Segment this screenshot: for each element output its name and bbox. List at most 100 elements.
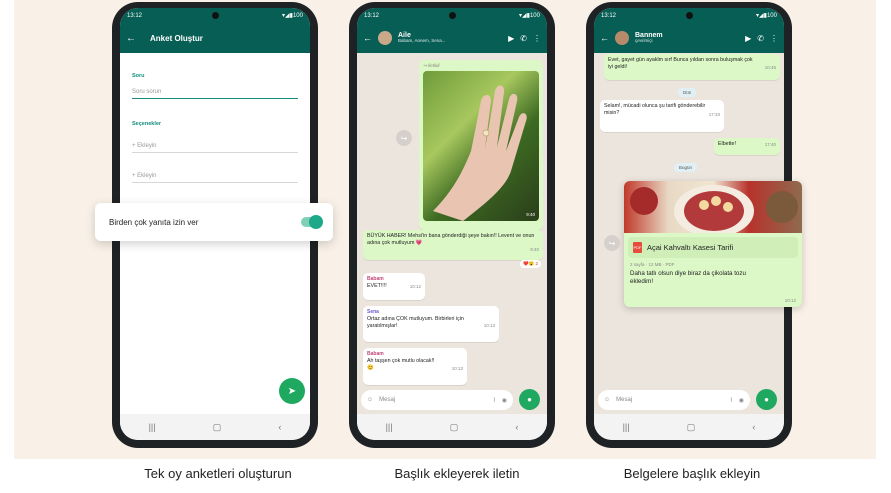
message-bubble-outgoing[interactable]: Elbette! 17:40 — [714, 138, 780, 155]
message-input[interactable]: Mesaj — [616, 397, 724, 403]
microphone-icon: ● — [527, 395, 532, 404]
contact-info[interactable]: Aile Babam, Annem, Sena... — [398, 32, 502, 45]
phone-call-icon[interactable]: ✆ — [520, 34, 527, 43]
document-caption: Daha tatlı olsun diye biraz da çikolata … — [630, 270, 746, 286]
status-icons: ▾◢▮100 — [519, 13, 540, 19]
avatar[interactable] — [378, 31, 392, 45]
voice-message-button[interactable]: ● — [519, 389, 540, 410]
multiple-answers-switch[interactable] — [301, 215, 323, 229]
message-sender: Babam — [367, 276, 384, 282]
hand-illustration — [433, 85, 527, 222]
acai-bowl-preview-image[interactable] — [624, 181, 802, 237]
message-text: Elbette! — [718, 141, 736, 147]
document-time: 10:12 — [784, 298, 796, 303]
caption-polls: Tek oy anketleri oluşturun — [144, 466, 292, 481]
home-icon[interactable]: ▢ — [687, 422, 696, 433]
status-time: 13:12 — [127, 12, 143, 19]
attach-icon[interactable]: ⌇ — [493, 397, 496, 404]
video-call-icon[interactable]: ▶ — [508, 34, 514, 43]
message-bubble-outgoing[interactable]: Evet, gayet gün ayaklm sırf Bunca yıldan… — [604, 54, 780, 80]
contact-info[interactable]: Bannem çevrimiçi — [635, 32, 739, 45]
emoji-icon[interactable]: ☺ — [367, 397, 373, 403]
appbar: ← Anket Oluştur — [120, 23, 310, 53]
day-separator: Bugün — [674, 163, 698, 172]
back-icon[interactable]: ‹ — [278, 422, 281, 432]
message-sender: Babam — [367, 351, 384, 357]
message-input[interactable]: Mesaj — [379, 397, 487, 403]
back-icon[interactable]: ‹ — [752, 422, 755, 432]
message-time: 10:45 — [764, 65, 776, 71]
document-message[interactable]: PDF Açai Kahvaltı Kasesi Tarifi 2 sayfa … — [624, 181, 802, 307]
message-bubble[interactable]: Sena Ortaz adına ÇOK mutluyum. Birbirler… — [363, 306, 499, 342]
message-sender: Sena — [367, 309, 379, 315]
caption-time: 9:40 — [530, 247, 539, 253]
status-time: 13:12 — [364, 12, 380, 19]
hand-ring-photo[interactable]: 9:40 — [423, 71, 539, 222]
forward-icon[interactable]: ↪ — [604, 235, 620, 251]
recents-icon[interactable]: ||| — [386, 422, 393, 432]
document-title: Açai Kahvaltı Kasesi Tarifi — [647, 243, 734, 252]
phone-call-icon[interactable]: ✆ — [757, 34, 764, 43]
caption-text: BÜYÜK HABER! Mehsi'in bana gönderdiği şe… — [367, 233, 535, 247]
forward-icon[interactable]: ↪ — [396, 130, 412, 146]
caption-forward: Başlık ekleyerek iletin — [394, 466, 520, 481]
forwarded-caption-message[interactable]: BÜYÜK HABER! Mehsi'in bana gönderdiği şe… — [363, 230, 543, 260]
home-icon[interactable]: ▢ — [213, 422, 222, 433]
home-icon[interactable]: ▢ — [450, 422, 459, 433]
emoji-icon[interactable]: ☺ — [604, 397, 610, 403]
back-arrow-icon[interactable]: ← — [126, 33, 136, 44]
forwarded-label: ↪ İletildi — [423, 63, 440, 68]
question-input[interactable]: Soru sorun — [132, 85, 298, 99]
forwarded-image-message[interactable]: ↪ İletildi 9:40 — [419, 60, 543, 230]
pdf-icon: PDF — [633, 242, 642, 253]
document-file-row[interactable]: PDF Açai Kahvaltı Kasesi Tarifi — [628, 237, 798, 258]
android-nav-bar: ||| ▢ ‹ — [594, 414, 784, 440]
camera-icon[interactable]: ◉ — [502, 397, 507, 404]
message-composer[interactable]: ☺ Mesaj ⌇ ◉ — [361, 390, 513, 410]
contact-subtitle: Babam, Annem, Sena... — [398, 38, 446, 44]
phone-forward: 13:12 ▾◢▮100 ← Aile Babam, Annem, Sena...… — [349, 2, 555, 448]
multiple-answers-toggle-card[interactable]: Birden çok yanıta izin ver — [95, 203, 333, 241]
android-nav-bar: ||| ▢ ‹ — [120, 414, 310, 440]
status-icons: ▾◢▮100 — [756, 13, 777, 19]
message-time: 17:40 — [764, 142, 776, 147]
message-bubble[interactable]: Selam!, mücadi olunca şu tarifi göndereb… — [600, 100, 724, 132]
screen-family-chat: 13:12 ▾◢▮100 ← Aile Babam, Annem, Sena...… — [357, 8, 547, 440]
message-composer[interactable]: ☺ Mesaj ⌇ ◉ — [598, 390, 750, 410]
toggle-label: Birden çok yanıta izin ver — [109, 217, 199, 227]
options-label: Seçenekler — [132, 121, 162, 127]
option-input-1[interactable]: + Ekleyin — [132, 139, 298, 153]
more-menu-icon[interactable]: ⋮ — [533, 34, 541, 43]
status-time: 13:12 — [601, 12, 617, 19]
option-input-2[interactable]: + Ekleyin — [132, 169, 298, 183]
android-nav-bar: ||| ▢ ‹ — [357, 414, 547, 440]
camera-icon[interactable]: ◉ — [739, 397, 744, 404]
more-menu-icon[interactable]: ⋮ — [770, 34, 778, 43]
avatar[interactable] — [615, 31, 629, 45]
chat-header: ← Aile Babam, Annem, Sena... ▶ ✆ ⋮ — [357, 23, 547, 53]
send-icon: ➤ — [287, 385, 297, 397]
video-call-icon[interactable]: ▶ — [745, 34, 751, 43]
question-label: Soru — [132, 73, 145, 79]
switch-knob — [309, 215, 323, 229]
message-bubble[interactable]: Babam Ah taşşen çok mutlu olacak!! 😊 10:… — [363, 348, 467, 385]
contact-subtitle: çevrimiçi — [635, 38, 653, 44]
recents-icon[interactable]: ||| — [149, 422, 156, 432]
message-bubble[interactable]: Babam EVET!!!! 10:12 — [363, 273, 425, 300]
bowl-illustration — [630, 185, 798, 237]
back-arrow-icon[interactable]: ← — [363, 33, 372, 43]
attach-icon[interactable]: ⌇ — [730, 397, 733, 404]
reaction-badge[interactable]: ❤️😮 2 — [520, 260, 541, 268]
status-icons: ▾◢▮100 — [282, 13, 303, 19]
back-arrow-icon[interactable]: ← — [600, 33, 609, 43]
message-time: 17:33 — [708, 112, 720, 118]
send-poll-button[interactable]: ➤ — [279, 378, 305, 404]
camera-dot — [685, 12, 693, 19]
recents-icon[interactable]: ||| — [623, 422, 630, 432]
caption-documents: Belgelere başlık ekleyin — [623, 466, 761, 481]
camera-dot — [211, 12, 219, 19]
page-title: Anket Oluştur — [150, 33, 203, 43]
back-icon[interactable]: ‹ — [515, 422, 518, 432]
voice-message-button[interactable]: ● — [756, 389, 777, 410]
message-time: 10:13 — [451, 366, 463, 372]
